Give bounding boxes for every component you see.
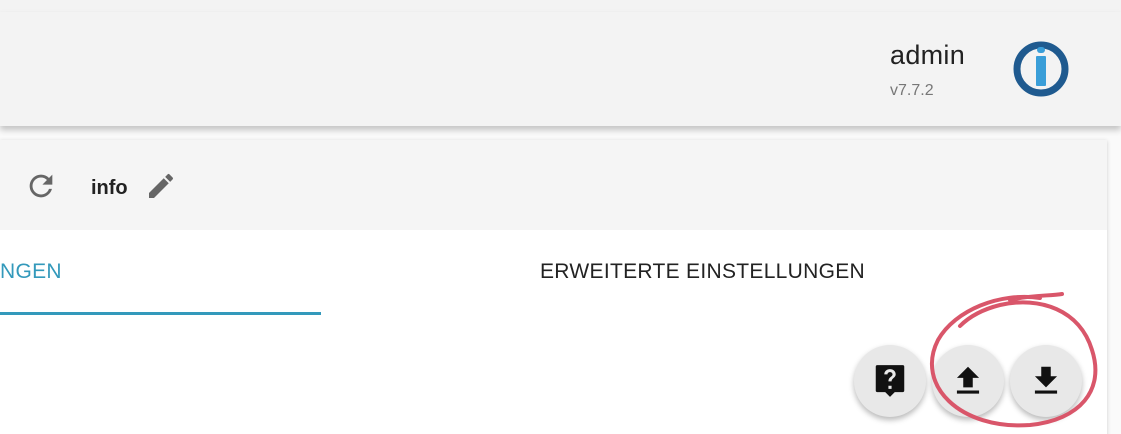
tab-main-settings[interactable]: NGEN bbox=[0, 260, 62, 284]
tab-advanced-settings[interactable]: ERWEITERTE EINSTELLUNGEN bbox=[540, 260, 865, 284]
iobroker-logo-icon[interactable] bbox=[1012, 40, 1070, 98]
instance-name: info bbox=[91, 177, 128, 199]
help-button[interactable] bbox=[854, 345, 926, 417]
instance-toolbar: info bbox=[0, 140, 1107, 230]
edit-pencil-icon[interactable] bbox=[145, 170, 177, 202]
version-label: v7.7.2 bbox=[890, 82, 934, 99]
app-page: admin v7.7.2 info NGEN ERWEITERTE EINSTE… bbox=[0, 0, 1121, 434]
download-icon bbox=[1034, 366, 1058, 394]
help-icon bbox=[875, 365, 905, 397]
download-button[interactable] bbox=[1010, 345, 1082, 417]
refresh-icon[interactable] bbox=[24, 169, 58, 203]
upload-icon bbox=[956, 366, 980, 394]
upload-button[interactable] bbox=[932, 345, 1004, 417]
active-tab-indicator bbox=[0, 312, 321, 315]
user-name[interactable]: admin bbox=[890, 40, 965, 71]
app-header: admin v7.7.2 bbox=[0, 12, 1121, 126]
